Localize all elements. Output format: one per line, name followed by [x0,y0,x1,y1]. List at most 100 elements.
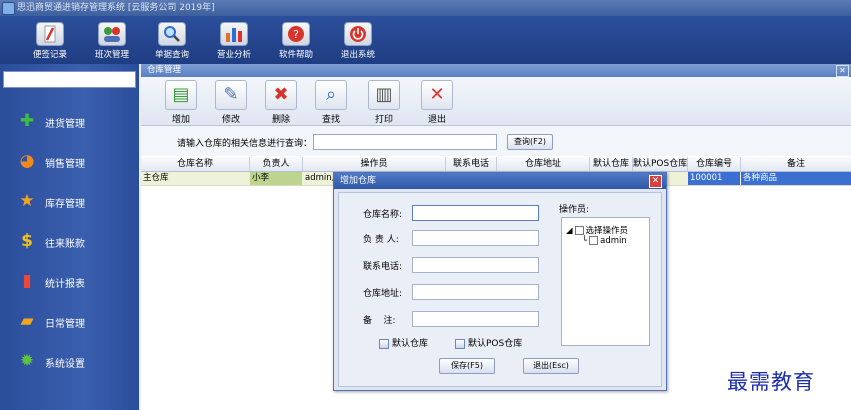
cell-note: 各种商品 [741,172,851,185]
note-input[interactable] [412,311,539,327]
operator-label: 操作员: [559,205,590,215]
sidebar-item-reports[interactable]: ▮ 统计报表 [0,266,139,296]
search-label: 请输入仓库的相关信息进行查询： [177,139,313,149]
edit-button[interactable]: ✎ 修改 [213,80,249,125]
sidebar-item-label: 库存管理 [45,199,85,210]
field-label: 联系电话: [363,262,403,272]
column-header[interactable]: 仓库编号 [688,157,741,171]
default-warehouse-checkbox[interactable]: 默认仓库 [379,336,428,349]
column-header[interactable]: 操作员 [303,157,446,171]
sidebar-item-daily[interactable]: ▰ 日常管理 [0,306,139,336]
manager-input[interactable] [412,230,539,246]
gear-icon: ✹ [19,351,35,371]
tree-checkbox[interactable] [574,226,584,235]
checkbox-label: 默认POS仓库 [468,339,523,349]
delete-label: 删除 [271,115,290,125]
field-label: 仓库名称: [363,210,403,220]
collapse-icon[interactable]: ◢ [566,226,573,236]
plus-icon: ✚ [19,111,35,131]
sidebar-item-label: 统计报表 [45,279,85,290]
document-query-button[interactable]: 单据查询 [152,20,192,64]
printer-icon: ▥ [368,80,400,110]
tree-child-item[interactable]: └ admin [582,236,627,246]
column-header[interactable]: 联系电话 [446,157,497,171]
people-icon [98,22,126,46]
default-pos-warehouse-checkbox[interactable]: 默认POS仓库 [455,336,522,349]
search-input[interactable] [313,134,497,150]
field-label: 备 注: [363,316,396,326]
checkbox-box [379,338,389,349]
app-icon [2,2,15,15]
power-icon [344,22,372,46]
sidebar-item-label: 往来账款 [45,239,85,250]
window-title: 思迅商贸通进销存管理系统 [云服务公司 2019年] [17,3,215,13]
tree-checkbox[interactable] [589,236,599,245]
dialog-close-icon[interactable]: ✕ [649,175,662,188]
field-label: 负 责 人: [363,235,399,245]
phone-input[interactable] [412,257,539,273]
column-header[interactable]: 默认仓库 [590,157,633,171]
warehouse-name-input[interactable] [412,205,539,221]
sidebar-item-label: 日常管理 [45,319,85,330]
add-warehouse-dialog: 增加仓库 ✕ 仓库名称: 负 责 人: 联系电话: 仓库地址: 备 注: 默认仓… [333,172,667,391]
sidebar-item-inventory[interactable]: ★ 库存管理 [0,186,139,216]
business-analysis-label: 营业分析 [216,50,251,60]
operator-tree[interactable]: ◢ 选择操作员 └ admin [561,217,650,346]
edit-label: 修改 [221,115,240,125]
tab-warehouse[interactable]: 仓库管理 ✕ [141,64,851,77]
exit-system-button[interactable]: 退出系统 [338,20,378,64]
dialog-titlebar: 增加仓库 ✕ [334,173,666,189]
shift-management-button[interactable]: 班次管理 [92,20,132,64]
column-header[interactable]: 仓库地址 [497,157,590,171]
sidebar: ✚ 进货管理 ◕ 销售管理 ★ 库存管理 $ 往来账款 ▮ 统计报表 ▰ 日常管… [0,64,139,410]
bar-chart-icon: ▮ [22,271,32,291]
tree-root-item[interactable]: ◢ 选择操作员 [566,224,628,236]
query-button[interactable]: 查询(F2) [507,134,553,150]
print-button[interactable]: ▥ 打印 [366,80,402,125]
search-icon: ⌕ [315,80,347,110]
dollar-icon: $ [21,231,33,251]
find-button[interactable]: ⌕ 查找 [313,80,349,125]
software-help-label: 软件帮助 [278,50,313,60]
exit-icon: ✕ [421,80,453,110]
tab-title: 仓库管理 [147,65,182,75]
exit-label: 退出 [427,115,446,125]
note-record-button[interactable]: 便签记录 [30,20,70,64]
add-doc-icon: ▤ [165,80,197,110]
delete-button[interactable]: ✖ 删除 [263,80,299,125]
delete-icon: ✖ [265,80,297,110]
dialog-exit-button[interactable]: 退出(Esc) [523,358,579,374]
business-analysis-button[interactable]: 营业分析 [214,20,254,64]
window-titlebar: 思迅商贸通进销存管理系统 [云服务公司 2019年] [0,0,851,16]
column-header[interactable]: 负责人 [250,157,303,171]
add-button[interactable]: ▤ 增加 [163,80,199,125]
sidebar-search-input[interactable] [3,71,136,88]
watermark: 最需教育 [727,370,815,394]
main-toolbar: 便签记录 班次管理 单据查询 营业分析 ? 软件帮助 退出系统 [0,16,851,64]
warehouse-toolbar: ▤ 增加 ✎ 修改 ✖ 删除 ⌕ 查找 ▥ 打印 ✕ 退出 [141,77,851,126]
sidebar-item-settings[interactable]: ✹ 系统设置 [0,346,139,376]
save-button[interactable]: 保存(F5) [439,358,495,374]
software-help-button[interactable]: ? 软件帮助 [276,20,316,64]
svg-text:?: ? [293,28,299,41]
magnifier-icon [158,22,186,46]
print-label: 打印 [374,115,393,125]
table-header: 仓库名称 负责人 操作员 联系电话 仓库地址 默认仓库 默认POS仓库 仓库编号… [141,157,851,172]
sidebar-item-accounts[interactable]: $ 往来账款 [0,226,139,256]
find-label: 查找 [321,115,340,125]
checkbox-box [455,338,465,349]
exit-button[interactable]: ✕ 退出 [419,80,455,125]
address-input[interactable] [412,284,539,300]
sidebar-item-purchase[interactable]: ✚ 进货管理 [0,106,139,136]
document-query-label: 单据查询 [154,50,189,60]
cell-name: 主仓库 [143,173,169,183]
cell-code: 100001 [688,172,740,185]
checkbox-label: 默认仓库 [392,339,429,349]
dialog-title: 增加仓库 [340,176,377,186]
sidebar-item-sales[interactable]: ◕ 销售管理 [0,146,139,176]
folder-icon: ▰ [20,311,34,331]
column-header[interactable]: 仓库名称 [141,157,250,171]
column-header[interactable]: 备注 [741,157,851,171]
column-header[interactable]: 默认POS仓库 [633,157,688,171]
tab-close-icon[interactable]: ✕ [836,65,849,77]
